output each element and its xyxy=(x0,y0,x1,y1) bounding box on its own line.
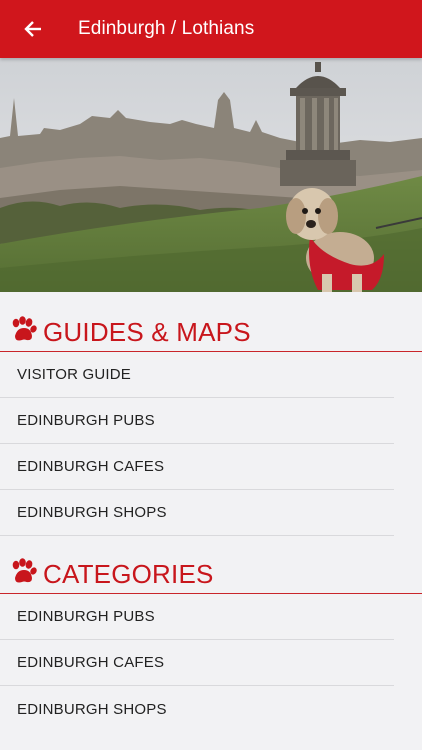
menu-item-edinburgh-pubs[interactable]: EDINBURGH PUBS xyxy=(0,594,394,640)
section-title: GUIDES & MAPS xyxy=(43,317,251,347)
menu-item-edinburgh-pubs[interactable]: EDINBURGH PUBS xyxy=(0,398,394,444)
section-categories: CATEGORIES EDINBURGH PUBS EDINBURGH CAFE… xyxy=(0,536,422,732)
section-header: GUIDES & MAPS xyxy=(0,292,422,352)
menu-item-visitor-guide[interactable]: VISITOR GUIDE xyxy=(0,352,394,398)
menu-item-edinburgh-shops[interactable]: EDINBURGH SHOPS xyxy=(0,686,394,732)
menu-item-edinburgh-cafes[interactable]: EDINBURGH CAFES xyxy=(0,444,394,490)
paw-icon xyxy=(12,316,37,341)
paw-icon xyxy=(12,558,37,583)
hero-image xyxy=(0,58,422,292)
content-list: GUIDES & MAPS VISITOR GUIDE EDINBURGH PU… xyxy=(0,292,422,732)
menu-item-edinburgh-shops[interactable]: EDINBURGH SHOPS xyxy=(0,490,394,536)
section-title: CATEGORIES xyxy=(43,559,214,589)
back-button[interactable] xyxy=(0,0,66,58)
menu-item-edinburgh-cafes[interactable]: EDINBURGH CAFES xyxy=(0,640,394,686)
arrow-left-icon xyxy=(24,21,41,37)
page-title: Edinburgh / Lothians xyxy=(78,18,255,39)
app-bar: Edinburgh / Lothians xyxy=(0,0,422,58)
section-guides-maps: GUIDES & MAPS VISITOR GUIDE EDINBURGH PU… xyxy=(0,292,422,536)
section-header: CATEGORIES xyxy=(0,536,422,594)
